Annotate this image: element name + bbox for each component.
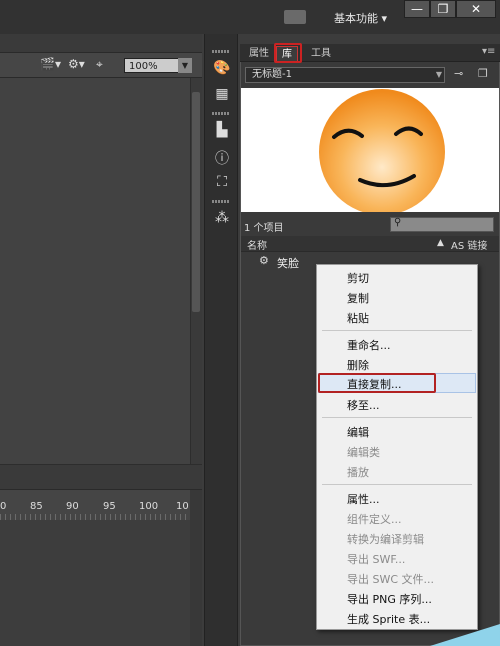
pin-icon[interactable]: ⊸ — [454, 67, 463, 80]
stage-vertical-scroll-thumb[interactable] — [192, 92, 200, 312]
menu-item-export-png-sequence[interactable]: 导出 PNG 序列... — [347, 591, 432, 607]
menu-item-export-swf: 导出 SWF... — [347, 553, 406, 566]
menu-item-convert-compiled-clip: 转换为编译剪辑 — [347, 533, 424, 546]
workspace-label: 基本功能 — [334, 12, 378, 25]
item-count: 1 个项目 — [244, 223, 284, 234]
info-icon[interactable]: ⓘ — [212, 148, 232, 167]
document-tab-strip — [0, 34, 202, 52]
menu-item-paste[interactable]: 粘贴 — [347, 310, 369, 326]
tab-properties[interactable]: 属性 — [244, 46, 274, 62]
menu-item-cut[interactable]: 剪切 — [347, 270, 369, 286]
menu-item-export-swc: 导出 SWC 文件... — [347, 573, 435, 586]
column-name[interactable]: 名称 — [247, 237, 267, 252]
sync-settings-icon[interactable] — [284, 10, 306, 24]
color-palette-icon[interactable]: 🎨 — [212, 60, 232, 78]
symbol-preview — [241, 88, 499, 215]
library-list-header: 名称 ▲ AS 链接 — [241, 236, 499, 252]
align-icon[interactable]: ▙ — [212, 122, 232, 140]
column-linkage[interactable]: AS 链接 — [451, 237, 487, 252]
transform-icon[interactable]: ⛶ — [212, 174, 232, 192]
movieclip-symbol-icon: ⚙ — [259, 254, 269, 267]
stage-horizontal-scrollbar[interactable] — [0, 464, 202, 476]
ruler-number: 0 — [0, 501, 7, 512]
minimize-button[interactable]: — — [404, 0, 430, 18]
library-search-input[interactable] — [390, 217, 494, 232]
menu-separator — [322, 417, 472, 418]
library-document-select[interactable]: 无标题-1 — [245, 67, 445, 83]
menu-item-edit-class: 编辑类 — [347, 446, 380, 459]
ruler-number: 95 — [103, 501, 116, 512]
close-button[interactable]: ✕ — [456, 0, 496, 18]
swatches-grid-icon[interactable]: ▦ — [212, 86, 232, 104]
new-library-panel-icon[interactable]: ❐ — [478, 67, 488, 80]
ruler-number: 90 — [66, 501, 79, 512]
timeline-frames[interactable] — [0, 520, 190, 646]
menu-item-duplicate[interactable]: 直接复制... — [347, 376, 402, 392]
components-icon[interactable]: ⁂ — [212, 210, 232, 228]
menu-item-play: 播放 — [347, 466, 369, 479]
edit-symbol-icon[interactable]: ⚙▾ — [68, 57, 85, 71]
timeline-scrollbar[interactable] — [190, 490, 202, 646]
chevron-down-icon[interactable]: ▼ — [433, 67, 445, 83]
tab-tools[interactable]: 工具 — [306, 46, 336, 62]
smiley-face-image — [319, 89, 445, 215]
menu-item-edit[interactable]: 编辑 — [347, 424, 369, 440]
center-stage-icon[interactable]: ⌖ — [96, 57, 103, 72]
menu-item-delete[interactable]: 删除 — [347, 357, 369, 373]
menu-item-rename[interactable]: 重命名... — [347, 337, 391, 353]
edit-scene-icon[interactable]: 🎬▾ — [40, 57, 61, 71]
ruler-number: 85 — [30, 501, 43, 512]
stage-area[interactable] — [0, 78, 190, 464]
chevron-down-icon: ▾ — [381, 12, 388, 25]
search-icon: ⚲ — [394, 217, 402, 228]
zoom-dropdown-icon[interactable]: ▼ — [178, 58, 192, 73]
strip-grip[interactable] — [212, 50, 230, 53]
menu-item-component-definition: 组件定义... — [347, 513, 402, 526]
menu-item-generate-sprite-sheet[interactable]: 生成 Sprite 表... — [347, 611, 430, 627]
panel-menu-icon[interactable]: ▾≡ — [482, 46, 495, 57]
ruler-number: 100 — [139, 501, 159, 512]
restore-button[interactable]: ❐ — [430, 0, 456, 18]
corner-decoration — [430, 624, 500, 646]
menu-item-properties[interactable]: 属性... — [347, 491, 380, 507]
menu-item-move-to[interactable]: 移至... — [347, 397, 380, 413]
workspace-switcher[interactable]: 基本功能 ▾ — [334, 10, 387, 26]
library-item-name: 笑脸 — [277, 257, 299, 270]
menu-item-copy[interactable]: 复制 — [347, 290, 369, 306]
ruler-number: 10 — [176, 501, 189, 512]
strip-grip[interactable] — [212, 112, 230, 115]
menu-separator — [322, 484, 472, 485]
timeline-header — [0, 476, 202, 490]
sort-triangle-icon[interactable]: ▲ — [437, 238, 444, 248]
menu-separator — [322, 330, 472, 331]
tab-highlight-box — [274, 43, 302, 63]
strip-grip[interactable] — [212, 200, 230, 203]
